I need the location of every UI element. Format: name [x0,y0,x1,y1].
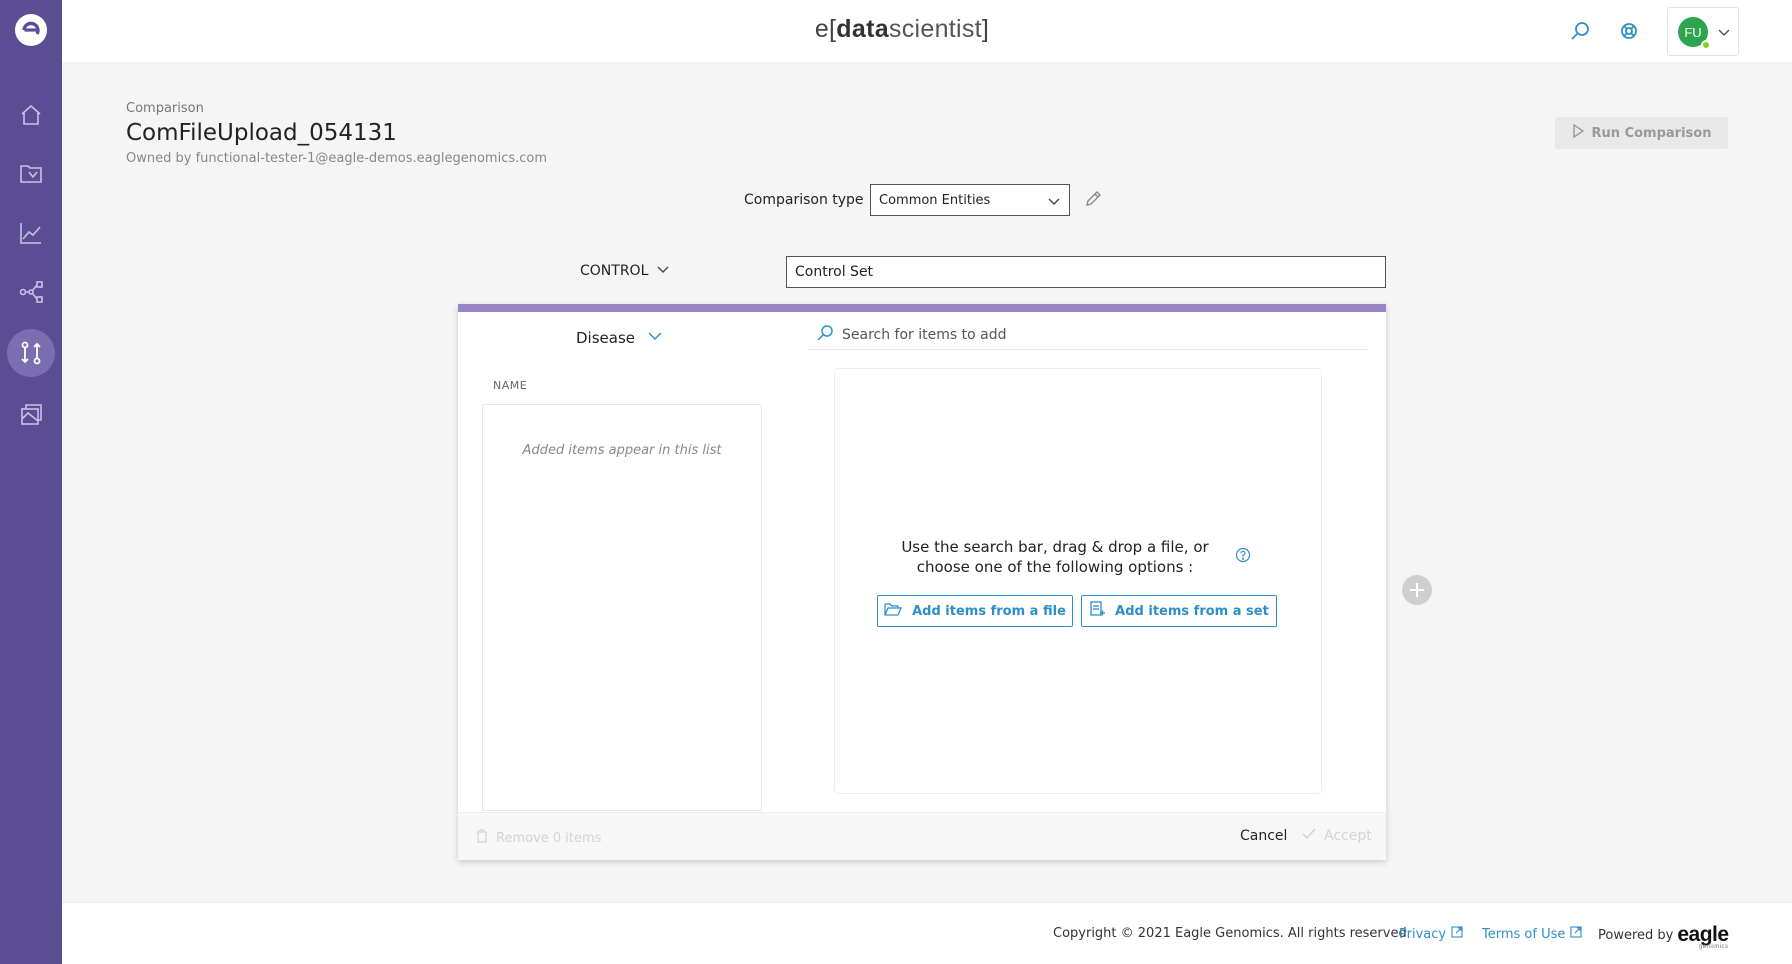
remove-items-button[interactable]: Remove 0 items [476,829,601,847]
control-group-select[interactable]: CONTROL [580,262,670,280]
comparison-type-label: Comparison type [744,192,864,208]
accept-label: Accept [1324,828,1372,844]
file-drop-zone[interactable]: Use the search bar, drag & drop a file, … [834,368,1322,794]
brand-data: data [836,15,889,43]
add-group-plus-icon[interactable] [1402,575,1432,605]
privacy-label: Privacy [1399,926,1447,942]
home-icon[interactable] [7,91,55,139]
drop-instructions: Use the search bar, drag & drop a file, … [895,537,1215,577]
online-status-dot [1701,40,1711,50]
network-icon[interactable] [7,268,55,316]
check-icon [1302,828,1316,844]
eagle-genomics-logo[interactable]: eagle genomics [1677,923,1729,950]
terms-of-use-link[interactable]: Terms of Use [1482,926,1582,942]
eagle-logo-subtext: genomics [1698,944,1729,950]
search-input[interactable] [842,326,1342,343]
name-column-header: NAME [493,379,528,392]
brand-bracket-close: ] [981,15,990,43]
external-link-icon [1570,926,1582,942]
help-circle-icon[interactable] [1235,547,1251,567]
comparison-type-value: Common Entities [879,192,991,208]
external-link-icon [1451,926,1463,942]
top-header: e[datascientist] FU [62,0,1792,62]
chevron-down-icon [656,262,670,280]
help-support-icon[interactable] [1616,18,1642,44]
search-icon [816,324,834,346]
run-comparison-button[interactable]: Run Comparison [1555,117,1728,149]
chevron-down-icon [647,328,663,348]
analytics-icon[interactable] [7,209,55,257]
run-comparison-label: Run Comparison [1591,125,1712,141]
control-set-name-input[interactable]: Control Set [786,256,1386,288]
trash-icon [476,829,488,847]
search-icon[interactable] [1567,18,1593,44]
item-panel: Disease NAME Added items appear in this … [458,304,1386,860]
drop-instructions-line-2: choose one of the following options : [916,558,1194,576]
remove-items-label: Remove 0 items [496,830,602,846]
folder-open-icon [884,601,903,621]
brand-scientist: scientist [888,15,982,43]
page-title: ComFileUpload_054131 [126,120,397,146]
privacy-link[interactable]: Privacy [1399,926,1463,942]
powered-by-label: Powered by [1598,927,1674,943]
page-footer: Copyright © 2021 Eagle Genomics. All rig… [62,902,1792,964]
copyright-text: Copyright © 2021 Eagle Genomics. All rig… [1053,926,1407,941]
entity-type-select[interactable]: Disease [576,328,663,348]
comparison-icon[interactable] [7,329,55,377]
terms-label: Terms of Use [1482,926,1566,942]
play-icon [1572,123,1584,142]
left-nav-rail [0,0,62,964]
brand-logo: e[datascientist] [62,15,1742,44]
owner-text: Owned by functional-tester-1@eagle-demos… [126,151,548,166]
chevron-down-icon [1717,24,1731,43]
panel-footer: Remove 0 items Cancel Accept [458,812,1386,860]
edit-pencil-icon[interactable] [1084,190,1102,212]
accept-button[interactable]: Accept [1302,828,1372,844]
breadcrumb[interactable]: Comparison [126,101,204,116]
list-add-icon [1089,601,1106,621]
drop-instructions-line-1: Use the search bar, drag & drop a file, … [901,538,1209,556]
comparison-type-select[interactable]: Common Entities [870,184,1070,216]
collections-icon[interactable] [7,390,55,438]
powered-by: Powered by eagle genomics [1598,923,1729,950]
control-label: CONTROL [580,263,649,279]
chevron-down-icon [1047,194,1061,212]
add-items-from-set-label: Add items from a set [1115,603,1269,619]
brand-e: e [814,15,830,43]
data-browser-icon[interactable] [7,150,55,198]
entity-type-value: Disease [576,329,635,347]
add-items-from-file-button[interactable]: Add items from a file [877,595,1073,627]
added-items-list: Added items appear in this list [482,404,762,811]
empty-list-message: Added items appear in this list [522,443,722,458]
add-items-from-file-label: Add items from a file [912,603,1066,619]
app-logo[interactable] [15,14,47,46]
cancel-button[interactable]: Cancel [1240,828,1287,844]
eagle-logo-text: eagle [1677,923,1729,946]
user-menu[interactable]: FU [1667,7,1739,56]
item-search [808,320,1368,350]
add-items-from-set-button[interactable]: Add items from a set [1081,595,1277,627]
